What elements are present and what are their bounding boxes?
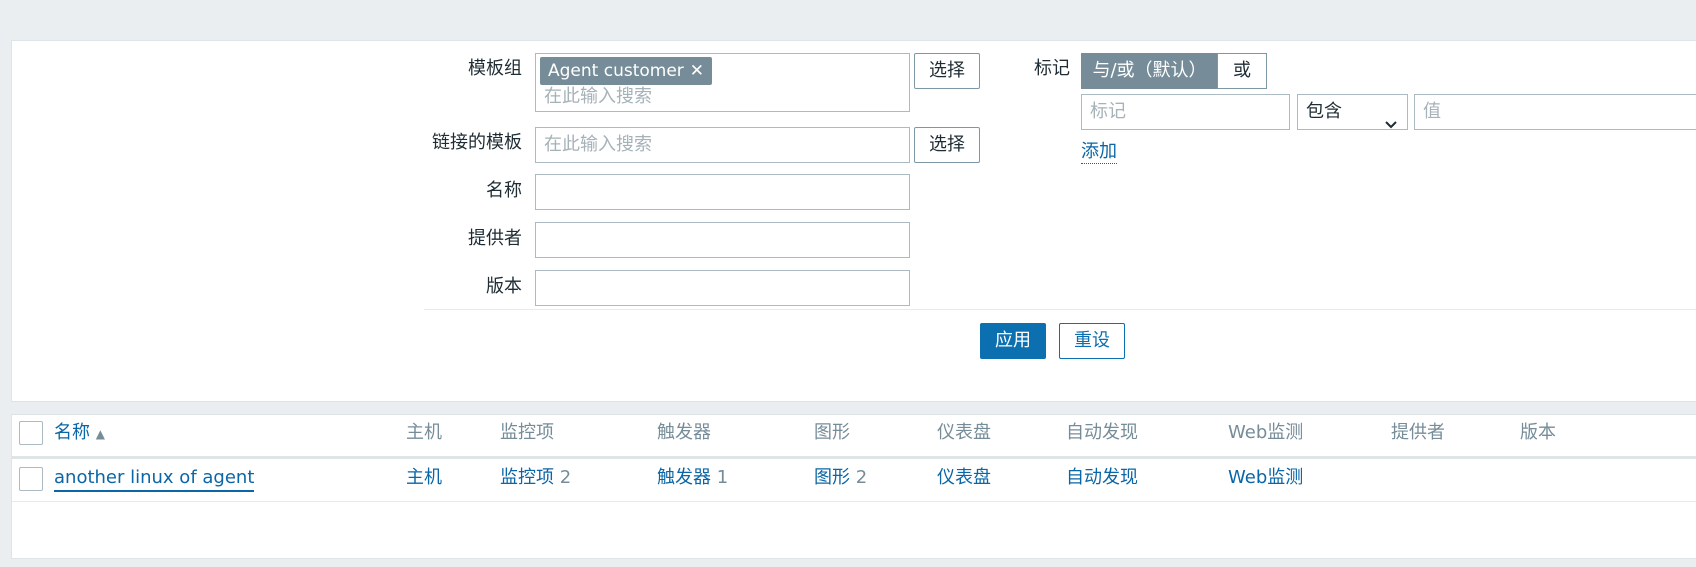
items-link[interactable]: 监控项 2 <box>500 466 571 490</box>
vendor-input[interactable] <box>535 222 910 258</box>
row-checkbox[interactable] <box>19 467 43 491</box>
triggers-link-label: 触发器 <box>657 467 711 488</box>
triggers-link[interactable]: 触发器 1 <box>657 466 728 490</box>
tag-operator-select[interactable]: 包含 <box>1297 94 1408 130</box>
tags-label: 标记 <box>1034 58 1070 79</box>
tag-operator-value: 包含 <box>1306 101 1342 122</box>
column-header-triggers: 触发器 <box>657 422 711 443</box>
template-name-link[interactable]: another linux of agent <box>54 466 255 492</box>
graphs-count: 2 <box>855 467 868 488</box>
column-header-name[interactable]: 名称 ▲ <box>54 421 105 446</box>
dashboards-link[interactable]: 仪表盘 <box>937 466 991 490</box>
column-header-vendor: 提供者 <box>1391 422 1445 443</box>
template-group-chip: Agent customer ✕ <box>540 57 713 85</box>
column-header-name-label: 名称 <box>54 422 90 443</box>
graphs-link[interactable]: 图形 2 <box>814 466 867 490</box>
column-header-hosts: 主机 <box>406 422 442 443</box>
column-header-version: 版本 <box>1520 422 1556 443</box>
row-divider <box>12 501 1696 502</box>
web-link[interactable]: Web监测 <box>1228 466 1303 490</box>
chevron-down-icon <box>1385 107 1397 141</box>
filter-divider <box>424 309 1696 310</box>
select-all-checkbox[interactable] <box>19 421 43 445</box>
tag-mode-or-toggle[interactable]: 或 <box>1217 53 1267 89</box>
tag-name-input[interactable]: 标记 <box>1081 94 1290 130</box>
templates-table: 名称 ▲ 主机 监控项 触发器 图形 仪表盘 自动发现 Web监测 提供者 版本… <box>11 414 1696 559</box>
sort-asc-icon: ▲ <box>95 427 105 441</box>
triggers-count: 1 <box>716 467 729 488</box>
items-count: 2 <box>559 467 572 488</box>
hosts-link[interactable]: 主机 <box>406 466 442 490</box>
graphs-link-label: 图形 <box>814 467 850 488</box>
template-group-chip-label: Agent customer <box>548 61 684 81</box>
apply-button[interactable]: 应用 <box>980 323 1046 359</box>
template-group-search-placeholder[interactable]: 在此输入搜索 <box>544 86 652 108</box>
version-input[interactable] <box>535 270 910 306</box>
linked-templates-input[interactable]: 在此输入搜索 <box>535 127 910 163</box>
add-tag-link[interactable]: 添加 <box>1081 141 1117 164</box>
name-input[interactable] <box>535 174 910 210</box>
version-label: 版本 <box>486 276 522 297</box>
column-header-discovery: 自动发现 <box>1066 422 1138 443</box>
chip-remove-icon[interactable]: ✕ <box>690 61 704 81</box>
vendor-label: 提供者 <box>468 228 522 249</box>
column-header-graphs: 图形 <box>814 422 850 443</box>
tag-value-input[interactable]: 值 <box>1414 94 1696 130</box>
header-divider <box>12 456 1696 459</box>
items-link-label: 监控项 <box>500 467 554 488</box>
linked-templates-label: 链接的模板 <box>432 132 522 153</box>
linked-templates-select-button[interactable]: 选择 <box>914 127 980 163</box>
discovery-link[interactable]: 自动发现 <box>1066 466 1138 490</box>
column-header-items: 监控项 <box>500 422 554 443</box>
template-group-label: 模板组 <box>468 58 522 79</box>
column-header-web: Web监测 <box>1228 422 1304 443</box>
name-label: 名称 <box>486 180 522 201</box>
tag-mode-and-or-toggle[interactable]: 与/或（默认） <box>1081 53 1218 89</box>
reset-button[interactable]: 重设 <box>1059 323 1125 359</box>
column-header-dashboards: 仪表盘 <box>937 422 991 443</box>
template-group-multiselect[interactable]: Agent customer ✕ 在此输入搜索 <box>535 53 910 112</box>
filter-panel: 模板组 Agent customer ✕ 在此输入搜索 选择 链接的模板 在此输入… <box>11 40 1696 402</box>
